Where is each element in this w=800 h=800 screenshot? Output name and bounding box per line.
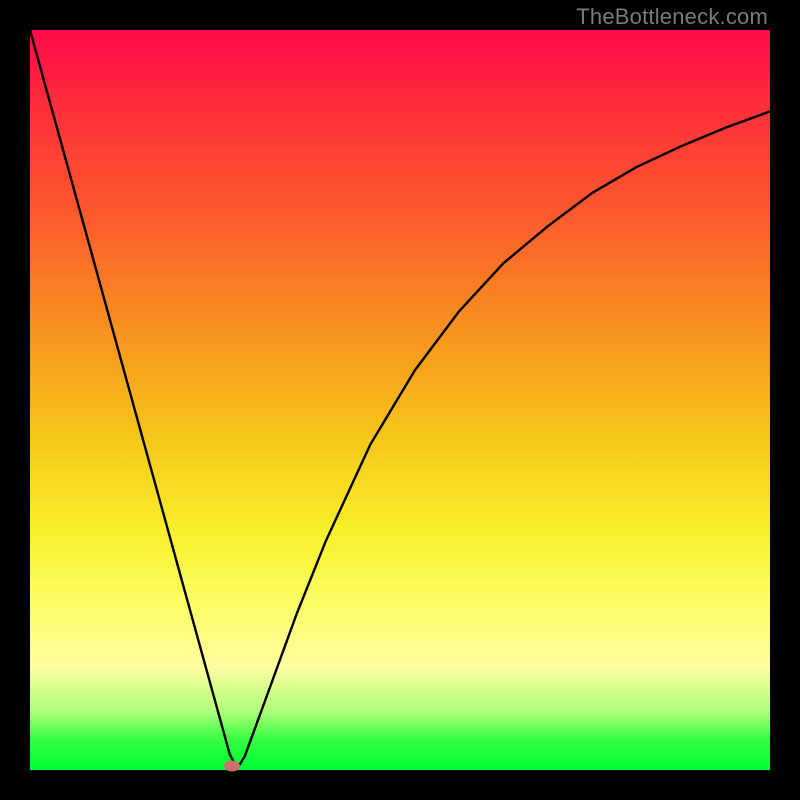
watermark-label: TheBottleneck.com (576, 4, 768, 30)
chart-frame: TheBottleneck.com (0, 0, 800, 800)
min-marker (224, 761, 240, 772)
plot-area (30, 30, 770, 770)
curve-svg (30, 30, 770, 770)
curve-path (30, 30, 770, 769)
